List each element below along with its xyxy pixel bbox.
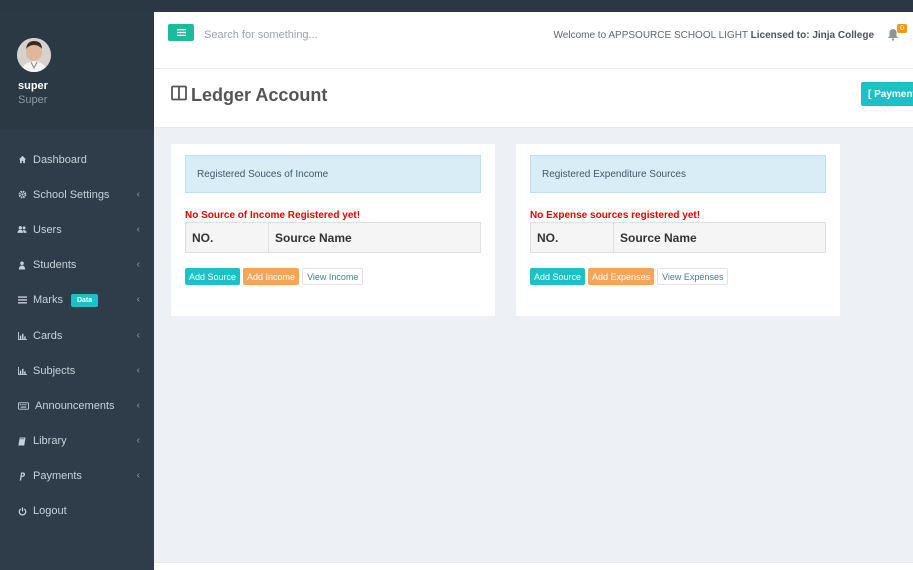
sidebar-item-library[interactable]: Library ‹ <box>0 424 154 459</box>
data-badge: Data <box>70 293 99 307</box>
sidebar-item-payments[interactable]: Payments ‹ <box>0 459 154 494</box>
income-panel-heading: Registered Souces of Income <box>185 155 481 193</box>
sidebar-item-school-settings[interactable]: School Settings ‹ <box>0 177 154 212</box>
sidebar-item-marks[interactable]: Marks Data ‹ <box>0 283 154 318</box>
table-header-no: NO. <box>186 223 269 252</box>
user-name: super <box>18 80 48 92</box>
view-expenses-button[interactable]: View Expenses <box>657 268 729 285</box>
sidebar-item-label: Marks <box>33 294 63 307</box>
income-sources-panel: Registered Souces of Income No Source of… <box>171 144 495 316</box>
main-content: Welcome to APPSOURCE SCHOOL LIGHT Licens… <box>154 12 913 570</box>
payments-button[interactable]: [ Payments <box>861 82 913 106</box>
chevron-left-icon: ‹ <box>136 223 140 235</box>
gear-icon <box>17 190 27 200</box>
sidebar: super Super Dashboard School Settings ‹ … <box>0 12 154 570</box>
top-navbar: Welcome to APPSOURCE SCHOOL LIGHT Licens… <box>154 12 913 69</box>
sidebar-item-students[interactable]: Students ‹ <box>0 248 154 283</box>
table-header-source-name: Source Name <box>620 230 697 245</box>
search-input[interactable] <box>204 25 404 45</box>
welcome-message: Welcome to APPSOURCE SCHOOL LIGHT Licens… <box>554 30 874 41</box>
page-title: Ledger Account <box>171 85 327 106</box>
book-icon <box>17 436 27 446</box>
sidebar-item-users[interactable]: Users ‹ <box>0 212 154 247</box>
add-expenses-button[interactable]: Add Expenses <box>588 268 655 285</box>
chevron-left-icon: ‹ <box>136 259 140 271</box>
add-income-button[interactable]: Add Income <box>243 268 300 285</box>
bar-chart-icon <box>17 331 27 341</box>
user-icon <box>17 260 27 270</box>
sidebar-item-cards[interactable]: Cards ‹ <box>0 318 154 353</box>
sidebar-toggle-button[interactable] <box>168 24 194 41</box>
sidebar-item-label: Logout <box>33 505 67 518</box>
users-icon <box>17 225 27 235</box>
chevron-left-icon: ‹ <box>136 364 140 376</box>
top-strip <box>0 0 913 12</box>
table-header-source-name: Source Name <box>275 230 352 245</box>
hamburger-icon <box>176 29 186 36</box>
footer <box>154 562 913 570</box>
table-header-no: NO. <box>531 223 614 252</box>
sidebar-item-label: Dashboard <box>33 153 87 166</box>
columns-icon <box>171 85 187 106</box>
user-role: Super <box>18 94 48 106</box>
expense-actions: Add Source Add Expenses View Expenses <box>530 268 729 285</box>
expense-panel-heading: Registered Expenditure Sources <box>530 155 826 193</box>
sidebar-item-label: Cards <box>33 329 63 342</box>
sidebar-item-logout[interactable]: Logout <box>0 494 154 529</box>
sidebar-item-label: Library <box>33 435 67 448</box>
welcome-text: Welcome to APPSOURCE SCHOOL LIGHT <box>553 30 751 41</box>
sidebar-item-label: Announcements <box>35 399 115 412</box>
keyboard-icon <box>17 401 29 411</box>
expense-sources-panel: Registered Expenditure Sources No Expens… <box>516 144 840 316</box>
avatar[interactable] <box>17 38 51 72</box>
power-icon <box>17 506 27 516</box>
chevron-left-icon: ‹ <box>136 470 140 482</box>
sidebar-item-label: School Settings <box>33 188 110 201</box>
bar-chart-icon <box>17 366 27 376</box>
chevron-left-icon: ‹ <box>136 188 140 200</box>
income-warning-text: No Source of Income Registered yet! <box>185 210 361 221</box>
license-text: Licensed to: Jinja College <box>750 30 874 41</box>
page-header: Ledger Account <box>154 69 913 128</box>
chevron-left-icon: ‹ <box>136 294 140 306</box>
sidebar-item-label: Users <box>33 223 62 236</box>
bars-icon <box>17 295 27 305</box>
paypal-icon <box>17 471 27 481</box>
sidebar-menu: Dashboard School Settings ‹ Users ‹ Stud… <box>0 142 154 529</box>
notification-count-badge: 0 <box>897 24 907 33</box>
home-icon <box>17 155 27 165</box>
chevron-left-icon: ‹ <box>136 435 140 447</box>
chevron-left-icon: ‹ <box>136 329 140 341</box>
chevron-left-icon: ‹ <box>136 399 140 411</box>
expense-warning-text: No Expense sources registered yet! <box>530 210 701 221</box>
sidebar-item-label: Subjects <box>33 364 76 377</box>
sidebar-item-announcements[interactable]: Announcements ‹ <box>0 388 154 423</box>
sidebar-item-dashboard[interactable]: Dashboard <box>0 142 154 177</box>
sidebar-item-label: Payments <box>33 470 82 483</box>
income-sources-table: NO. Source Name <box>185 222 481 253</box>
income-actions: Add Source Add Income View Income <box>185 268 364 285</box>
page-title-text: Ledger Account <box>191 85 328 105</box>
sidebar-item-subjects[interactable]: Subjects ‹ <box>0 353 154 388</box>
expense-sources-table: NO. Source Name <box>530 222 826 253</box>
add-income-source-button[interactable]: Add Source <box>185 268 241 285</box>
sidebar-item-label: Students <box>33 259 77 272</box>
view-income-button[interactable]: View Income <box>302 268 364 285</box>
user-profile: super Super <box>0 12 154 130</box>
add-expense-source-button[interactable]: Add Source <box>530 268 586 285</box>
payments-button-label: [ Payments <box>868 88 913 100</box>
